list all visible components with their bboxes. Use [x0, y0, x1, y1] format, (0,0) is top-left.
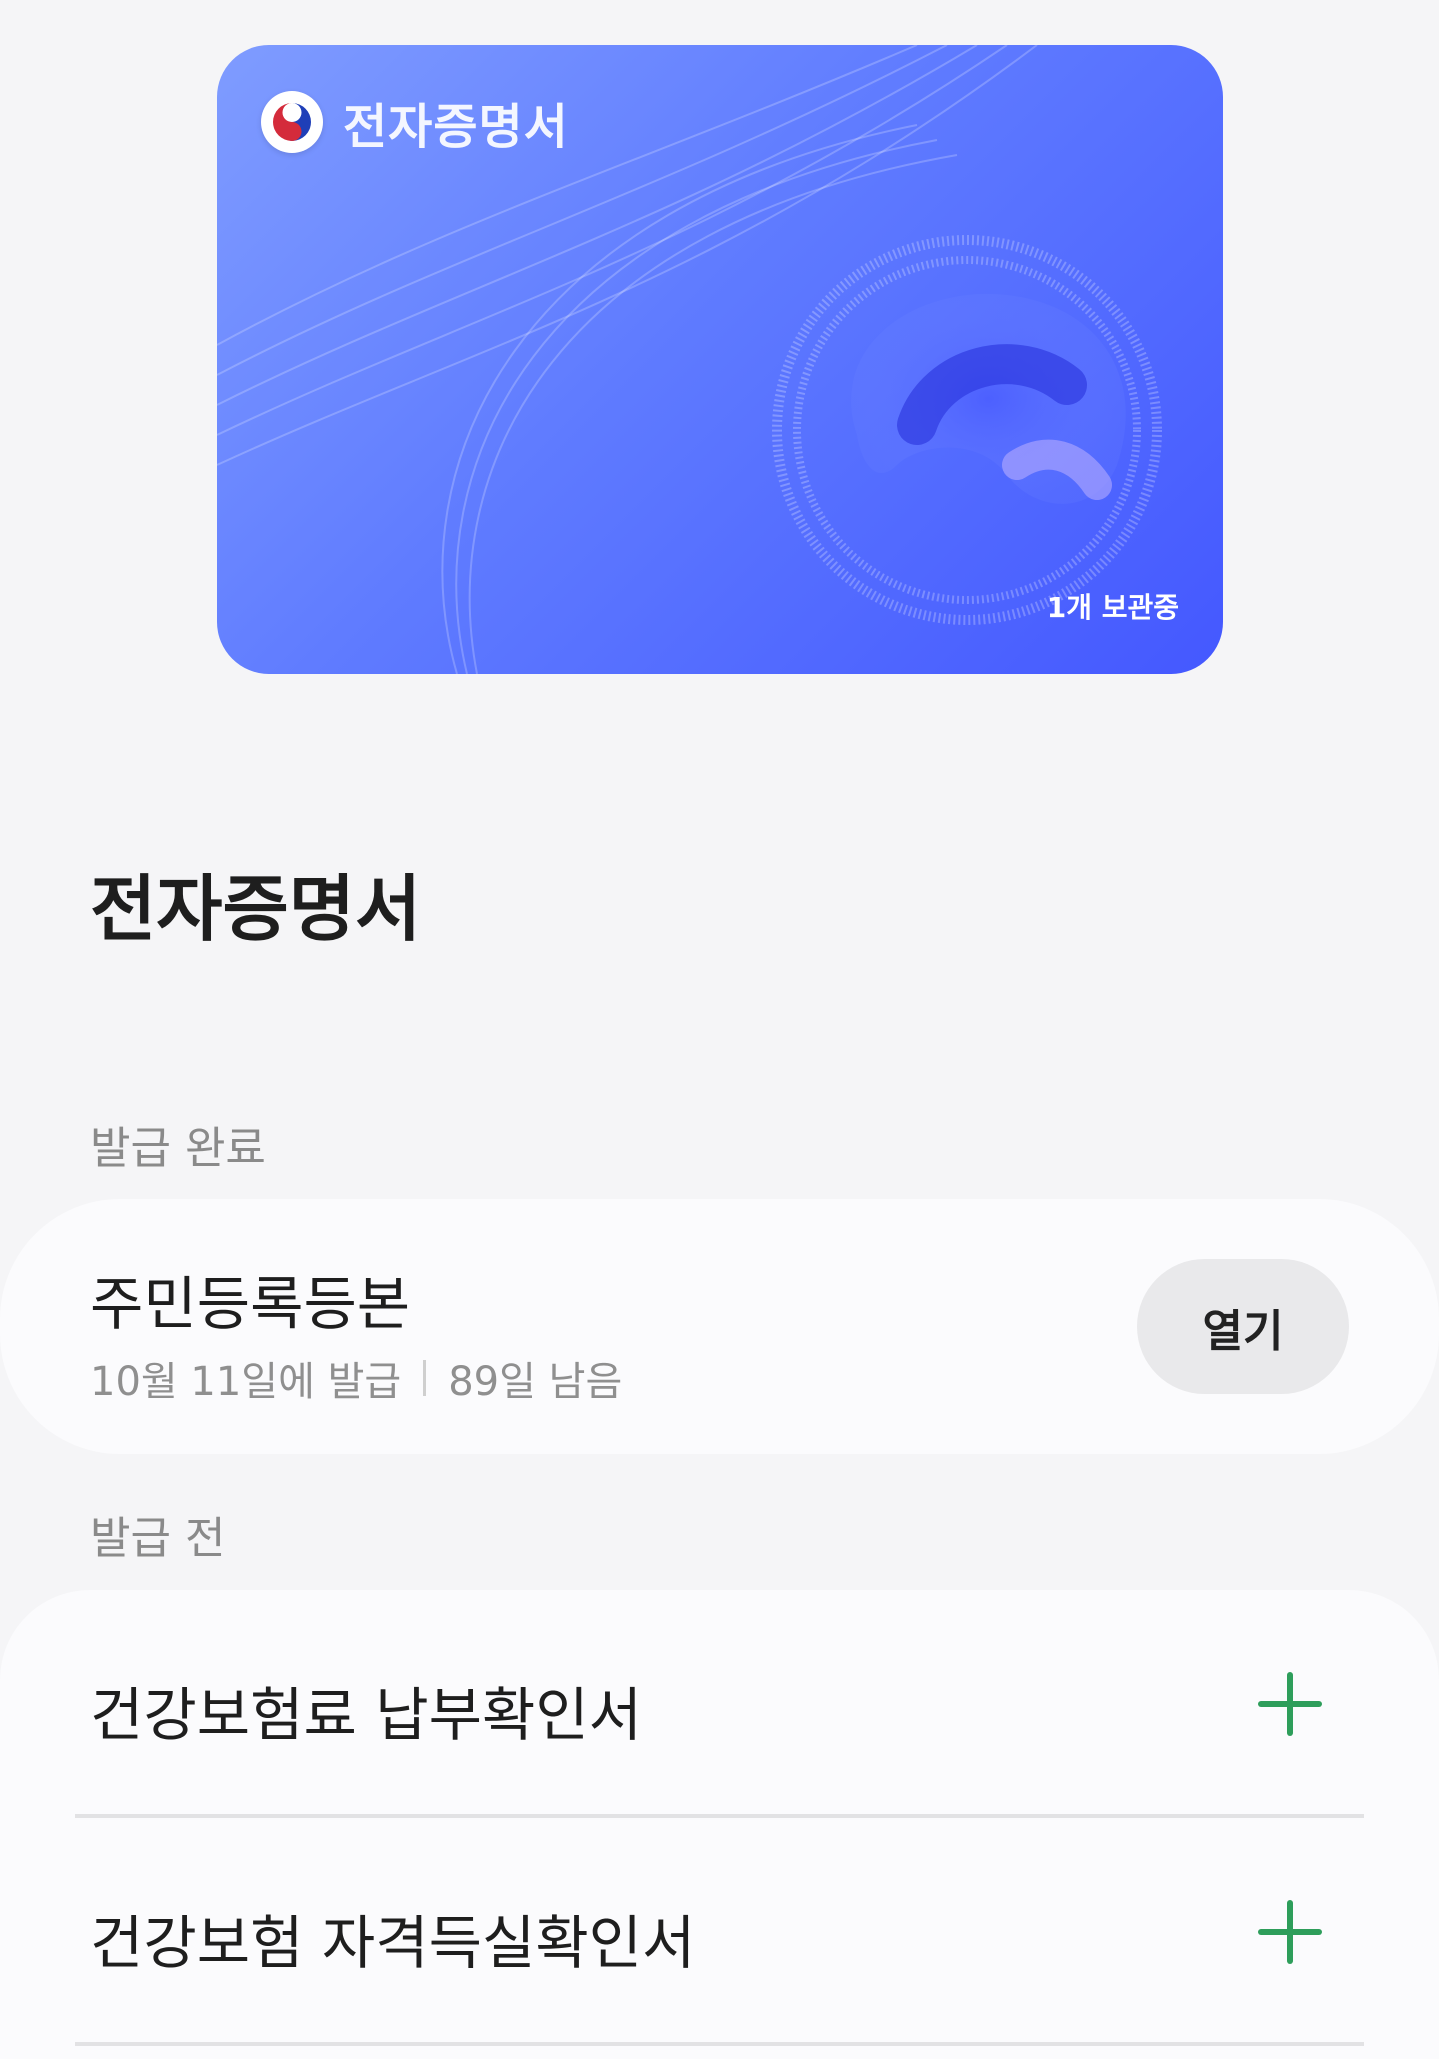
section-label-pending: 발급 전	[90, 1513, 226, 1564]
certificate-name: 건강보험료 납부확인서	[90, 1681, 643, 1749]
pending-certificate-list: 건강보험료 납부확인서 건강보험 자격득실확인서	[0, 1590, 1439, 2059]
meta-divider	[423, 1360, 427, 1396]
certificate-wallet-page: 전자증명서 1개 보관중 전자증명서 발급 완료 주민등록등본 10월 11일에…	[0, 0, 1439, 2059]
issued-certificate-item[interactable]: 주민등록등본 10월 11일에 발급 89일 남음 열기	[0, 1199, 1439, 1454]
issued-date: 10월 11일에 발급	[90, 1359, 402, 1405]
card-title: 전자증명서	[343, 99, 569, 155]
stored-count-label: 1개 보관중	[1046, 591, 1179, 624]
remaining-days: 89일 남음	[448, 1359, 623, 1405]
certificate-card[interactable]: 전자증명서 1개 보관중	[217, 45, 1223, 674]
certificate-name: 주민등록등본	[90, 1270, 411, 1338]
plus-icon[interactable]	[1254, 1896, 1326, 1968]
list-item[interactable]: 건강보험 자격득실확인서	[75, 1818, 1364, 2046]
page-title: 전자증명서	[90, 867, 422, 951]
certificate-meta: 10월 11일에 발급 89일 남음	[90, 1349, 622, 1407]
list-item[interactable]: 건강보험료 납부확인서	[75, 1590, 1364, 1818]
plus-icon[interactable]	[1254, 1668, 1326, 1740]
taegeuk-emblem-icon	[261, 91, 323, 153]
section-label-issued: 발급 완료	[90, 1123, 266, 1174]
open-button[interactable]: 열기	[1137, 1259, 1349, 1394]
certificate-name: 건강보험 자격득실확인서	[90, 1909, 696, 1977]
card-header: 전자증명서	[261, 87, 569, 157]
